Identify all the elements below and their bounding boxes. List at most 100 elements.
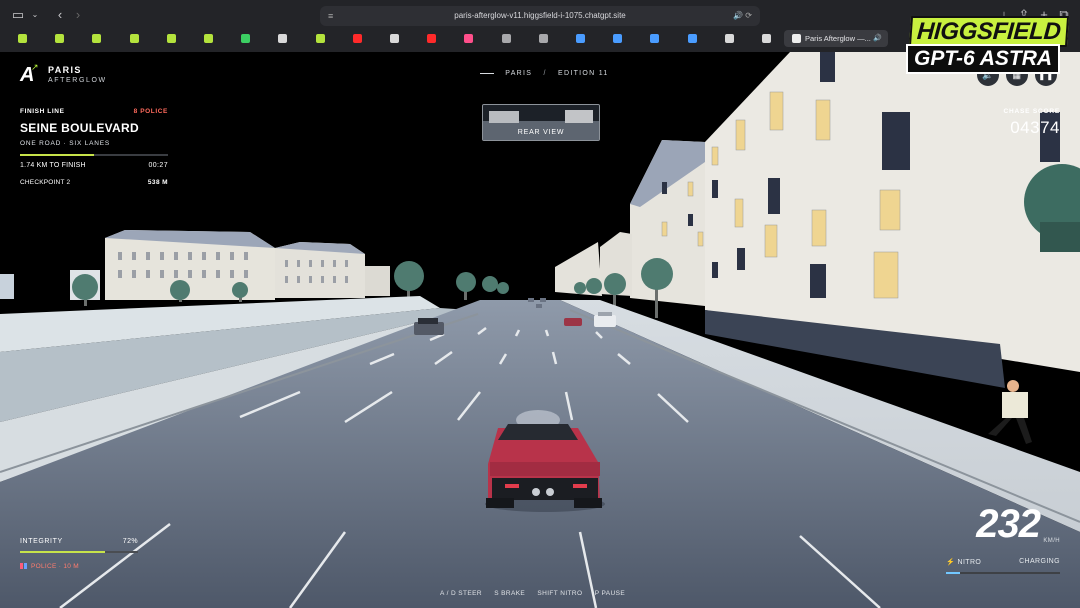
edition-divider [480, 72, 494, 74]
police-distance-text: POLICE · 10 M [31, 563, 79, 570]
edition-city: PARIS [505, 70, 533, 77]
green-square-icon [92, 34, 102, 43]
nitro-fill [946, 572, 960, 574]
active-browser-tab[interactable]: Paris Afterglow —... 🔊 [784, 30, 888, 47]
integrity-label: INTEGRITY [20, 538, 63, 545]
watermark-line-1: HIGGSFIELD [908, 16, 1069, 47]
green-square-icon [18, 34, 27, 43]
green-square-icon [204, 34, 213, 43]
browser-tab[interactable] [304, 30, 338, 47]
controls-hint: A / D STEER S BRAKE SHIFT NITRO P PAUSE [440, 590, 660, 597]
arrow-up-right-icon: ↗ [31, 62, 39, 72]
browser-tab[interactable] [43, 30, 77, 47]
app-icon [390, 34, 399, 43]
edition-number: EDITION 11 [558, 70, 609, 77]
integrity-bar [20, 551, 138, 553]
page-menu-icon[interactable]: ≡ [328, 6, 333, 26]
chase-score-label: CHASE SCORE [1003, 108, 1060, 115]
lightning-icon: ⚡ [946, 559, 956, 566]
browser-tab[interactable] [229, 30, 263, 47]
route-title: SEINE BOULEVARD [20, 121, 139, 135]
finish-line-label: FINISH LINE [20, 108, 65, 115]
route-progress-fill [20, 154, 94, 156]
route-progress-bar [20, 154, 168, 156]
browser-tab[interactable] [601, 30, 635, 47]
audio-icon[interactable]: 🔊 [873, 30, 882, 47]
mission-header: FINISH LINE 8 POLICE [20, 108, 168, 115]
youtube-icon [352, 34, 362, 43]
game-viewport[interactable]: A ↗ PARIS AFTERGLOW PARIS / EDITION 11 R… [0, 52, 1080, 608]
rear-view-building [565, 110, 593, 123]
nitro-label-text: NITRO [957, 559, 982, 566]
openai-icon [278, 34, 288, 43]
edition-label: PARIS / EDITION 11 [480, 70, 620, 77]
browser-tab[interactable] [118, 30, 152, 47]
browser-tab[interactable] [80, 30, 114, 47]
app-icon [792, 34, 801, 43]
police-count: 8 POLICE [133, 108, 168, 115]
speed-value: 232 [976, 502, 1041, 546]
green-square-icon [315, 34, 325, 43]
integrity-fill [20, 551, 105, 553]
checkpoint-distance: 538 M [147, 179, 168, 186]
pink-app-icon [464, 34, 474, 43]
browser-tab[interactable] [638, 30, 672, 47]
watermark: HIGGSFIELD GPT-6 ASTRA [906, 16, 1069, 74]
grey-app-icon [538, 34, 548, 43]
control-nitro: SHIFT NITRO [537, 590, 583, 597]
watermark-line-2: GPT-6 ASTRA [906, 44, 1061, 74]
nitro-bar [946, 572, 1060, 574]
browser-tab[interactable] [713, 30, 747, 47]
browser-tab[interactable] [750, 30, 784, 47]
checkpoint-label: CHECKPOINT 2 [20, 179, 71, 186]
nitro-label: ⚡ NITRO [946, 558, 981, 566]
browser-tab[interactable] [192, 30, 226, 47]
browser-tab[interactable] [415, 30, 449, 47]
chevron-down-icon[interactable]: ⌄ [27, 7, 43, 23]
control-steer: A / D STEER [440, 590, 482, 597]
green-square-icon [166, 34, 176, 43]
active-tab-title: Paris Afterglow —... [805, 34, 871, 43]
police-light-red-icon [20, 563, 23, 570]
brand-line-1: PARIS [48, 65, 82, 75]
back-icon[interactable]: ‹ [52, 7, 68, 23]
police-light-blue-icon [24, 563, 27, 570]
control-brake: S BRAKE [494, 590, 526, 597]
openai-icon [762, 34, 771, 43]
edition-separator: / [543, 70, 547, 77]
browser-tab[interactable] [452, 30, 486, 47]
browser-tab[interactable] [676, 30, 710, 47]
browser-tab[interactable] [564, 30, 598, 47]
sidebar-toggle-icon[interactable]: ▭ [10, 7, 26, 23]
browser-tab[interactable] [6, 30, 40, 47]
address-bar[interactable]: ≡ paris-afterglow-v11.higgsfield-i-1075.… [320, 6, 760, 26]
distance-to-finish: 1.74 KM TO FINISH [20, 162, 86, 169]
whatsapp-icon [241, 34, 251, 43]
browser-tab[interactable] [490, 30, 524, 47]
speed-unit: KM/H [1043, 538, 1060, 544]
chase-score: CHASE SCORE 04374 [960, 108, 1060, 138]
grey-app-icon [501, 34, 511, 43]
traffic-car-red [564, 318, 582, 326]
browser-tab[interactable] [155, 30, 189, 47]
url-text: paris-afterglow-v11.higgsfield-i-1075.ch… [454, 11, 626, 20]
url-tools-icons[interactable]: 🔊 ⟳ [733, 6, 752, 26]
rear-view-label: REAR VIEW [517, 129, 565, 136]
control-pause: P PAUSE [594, 590, 626, 597]
browser-tab[interactable] [378, 30, 412, 47]
blue-grid-icon [650, 34, 660, 43]
green-square-icon [129, 34, 139, 43]
race-timer: 00:27 [148, 162, 168, 169]
browser-tab[interactable] [266, 30, 300, 47]
nitro-status: CHARGING [1019, 558, 1060, 565]
youtube-icon [427, 34, 437, 43]
brand-line-2: AFTERGLOW [48, 77, 107, 84]
openai-icon [724, 34, 734, 43]
blue-grid-icon [613, 34, 623, 43]
chase-score-value: 04374 [1010, 118, 1060, 137]
route-subtitle: ONE ROAD · SIX LANES [20, 140, 111, 147]
police-distance: POLICE · 10 M [20, 563, 79, 570]
browser-tab[interactable] [341, 30, 375, 47]
browser-tab[interactable] [527, 30, 561, 47]
forward-icon[interactable]: › [70, 7, 86, 23]
